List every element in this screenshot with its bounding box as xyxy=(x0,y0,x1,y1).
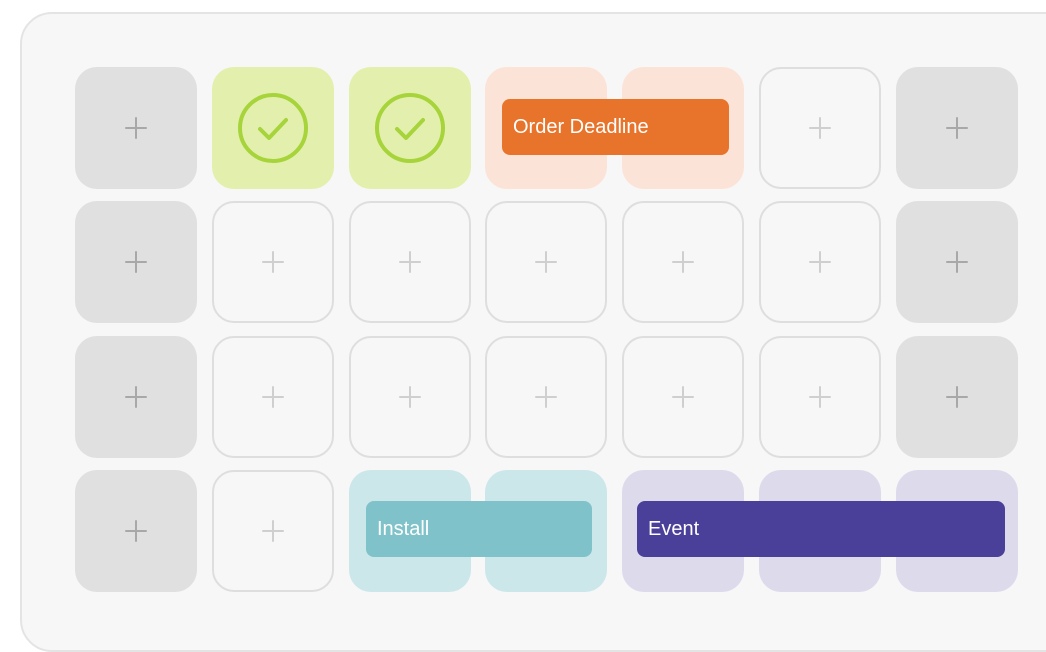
day-cell-r2-c2[interactable] xyxy=(212,201,334,323)
plus-icon xyxy=(399,386,421,408)
day-cell-r3-c1[interactable] xyxy=(75,336,197,458)
calendar-grid: Order Deadline Install Event xyxy=(0,0,1046,629)
plus-icon xyxy=(809,117,831,139)
plus-icon xyxy=(809,386,831,408)
check-circle-icon xyxy=(237,92,309,164)
day-cell-r2-c7[interactable] xyxy=(896,201,1018,323)
day-cell-r1-c3[interactable] xyxy=(349,67,471,189)
plus-icon xyxy=(125,117,147,139)
plus-icon xyxy=(125,251,147,273)
day-cell-r2-c1[interactable] xyxy=(75,201,197,323)
plus-icon xyxy=(399,251,421,273)
day-cell-r1-c1[interactable] xyxy=(75,67,197,189)
day-cell-r3-c2[interactable] xyxy=(212,336,334,458)
order-deadline-event-bar[interactable]: Order Deadline xyxy=(502,99,729,155)
install-event-bar[interactable]: Install xyxy=(366,501,592,557)
day-cell-r1-c7[interactable] xyxy=(896,67,1018,189)
day-cell-r1-c2[interactable] xyxy=(212,67,334,189)
plus-icon xyxy=(125,386,147,408)
day-cell-r3-c4[interactable] xyxy=(485,336,607,458)
day-cell-r3-c7[interactable] xyxy=(896,336,1018,458)
plus-icon xyxy=(535,386,557,408)
day-cell-r1-c6[interactable] xyxy=(759,67,881,189)
plus-icon xyxy=(125,520,147,542)
plus-icon xyxy=(262,251,284,273)
day-cell-r2-c5[interactable] xyxy=(622,201,744,323)
plus-icon xyxy=(946,117,968,139)
day-cell-r2-c6[interactable] xyxy=(759,201,881,323)
day-cell-r4-c2[interactable] xyxy=(212,470,334,592)
day-cell-r3-c3[interactable] xyxy=(349,336,471,458)
plus-icon xyxy=(262,520,284,542)
check-circle-icon xyxy=(374,92,446,164)
plus-icon xyxy=(535,251,557,273)
day-cell-r3-c6[interactable] xyxy=(759,336,881,458)
plus-icon xyxy=(262,386,284,408)
plus-icon xyxy=(809,251,831,273)
day-cell-r4-c1[interactable] xyxy=(75,470,197,592)
plus-icon xyxy=(946,386,968,408)
event-bar[interactable]: Event xyxy=(637,501,1005,557)
day-cell-r2-c3[interactable] xyxy=(349,201,471,323)
day-cell-r3-c5[interactable] xyxy=(622,336,744,458)
plus-icon xyxy=(672,386,694,408)
day-cell-r2-c4[interactable] xyxy=(485,201,607,323)
plus-icon xyxy=(946,251,968,273)
plus-icon xyxy=(672,251,694,273)
